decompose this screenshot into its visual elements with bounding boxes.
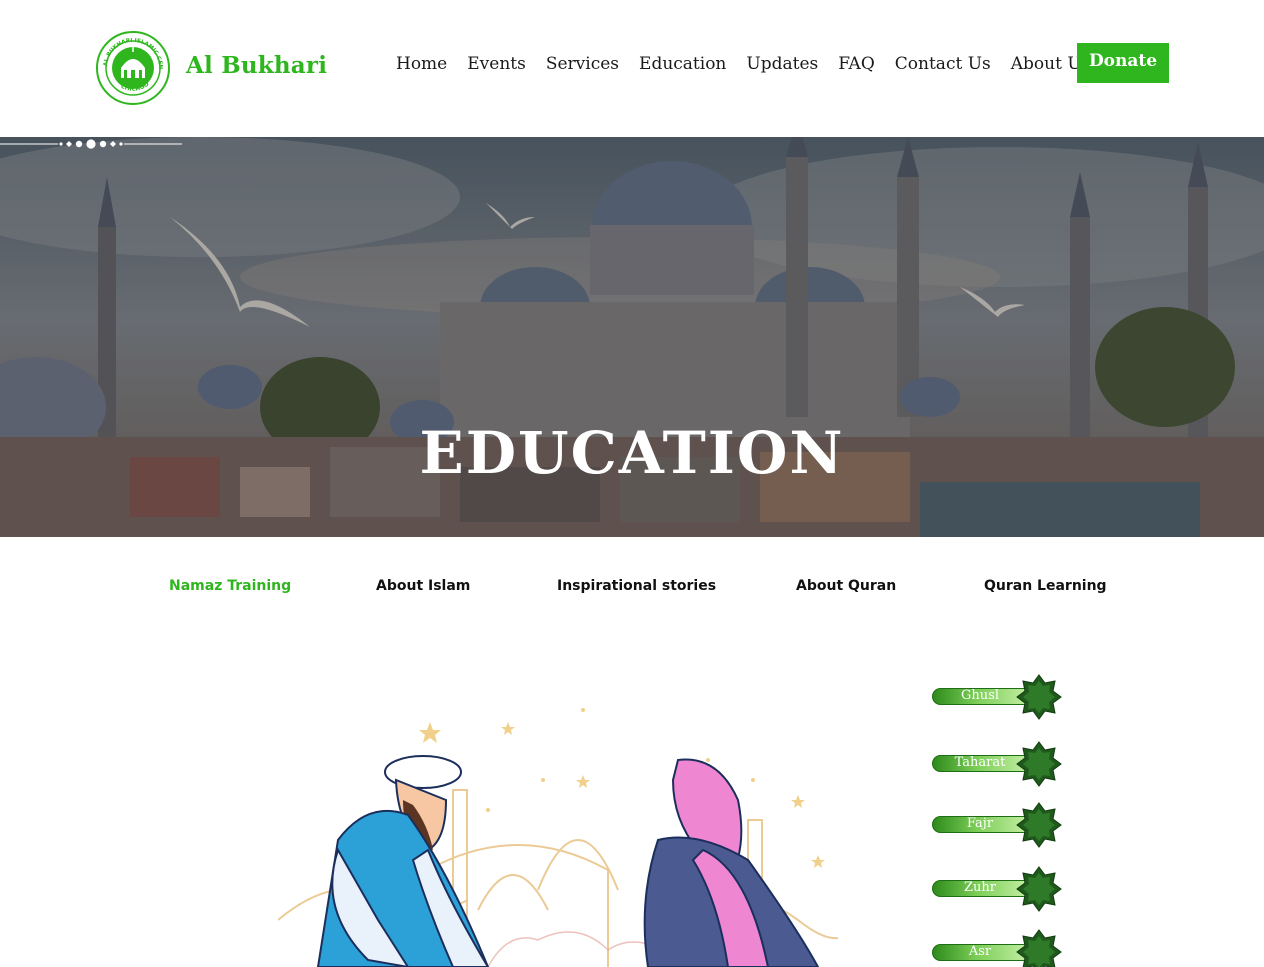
nav-updates[interactable]: Updates [746, 54, 818, 74]
nav-faq[interactable]: FAQ [838, 54, 875, 74]
site-header: AL BUKHARI ISLAMIC CENTER CHICAGO Al Buk… [0, 0, 1264, 137]
side-menu-label: Asr [968, 944, 992, 959]
nav-contact-us[interactable]: Contact Us [895, 54, 991, 74]
side-menu-item-asr[interactable]: Asr [932, 919, 1064, 967]
eight-point-star-icon [1016, 741, 1062, 787]
nav-events[interactable]: Events [467, 54, 526, 74]
tab-quran-learning[interactable]: Quran Learning [984, 578, 1107, 594]
eight-point-star-icon [1016, 674, 1062, 720]
side-menu-label: Ghusl [961, 688, 999, 703]
side-menu-label: Fajr [966, 816, 994, 831]
namaz-illustration [278, 700, 838, 967]
side-menu-label: Taharat [954, 755, 1006, 770]
tab-namaz-training[interactable]: Namaz Training [169, 578, 291, 594]
eight-point-star-icon [1016, 929, 1062, 967]
tab-inspirational-stories[interactable]: Inspirational stories [557, 578, 716, 594]
dots-divider-icon [0, 139, 182, 149]
main-nav: Home Events Services Education Updates F… [396, 54, 1110, 74]
side-menu-label: Zuhr [964, 880, 996, 895]
hero-banner: EDUCATION [0, 137, 1264, 537]
brand-name[interactable]: Al Bukhari [186, 52, 327, 79]
side-menu-item-taharat[interactable]: Taharat [932, 740, 1064, 788]
tab-about-islam[interactable]: About Islam [376, 578, 470, 594]
nav-services[interactable]: Services [546, 54, 619, 74]
tab-about-quran[interactable]: About Quran [796, 578, 896, 594]
education-tabs: Namaz Training About Islam Inspirational… [0, 578, 1264, 598]
eight-point-star-icon [1016, 802, 1062, 848]
eight-point-star-icon [1016, 866, 1062, 912]
mosque-dome-seal-icon: AL BUKHARI ISLAMIC CENTER CHICAGO [93, 26, 170, 105]
side-menu-item-ghusl[interactable]: Ghusl [932, 673, 1064, 721]
side-menu-item-fajr[interactable]: Fajr [932, 801, 1064, 849]
side-menu-item-zuhr[interactable]: Zuhr [932, 865, 1064, 913]
nav-education[interactable]: Education [639, 54, 726, 74]
page-title: EDUCATION [419, 419, 845, 487]
donate-button[interactable]: Donate [1077, 43, 1169, 83]
site-logo[interactable]: AL BUKHARI ISLAMIC CENTER CHICAGO [93, 26, 171, 106]
nav-home[interactable]: Home [396, 54, 447, 74]
